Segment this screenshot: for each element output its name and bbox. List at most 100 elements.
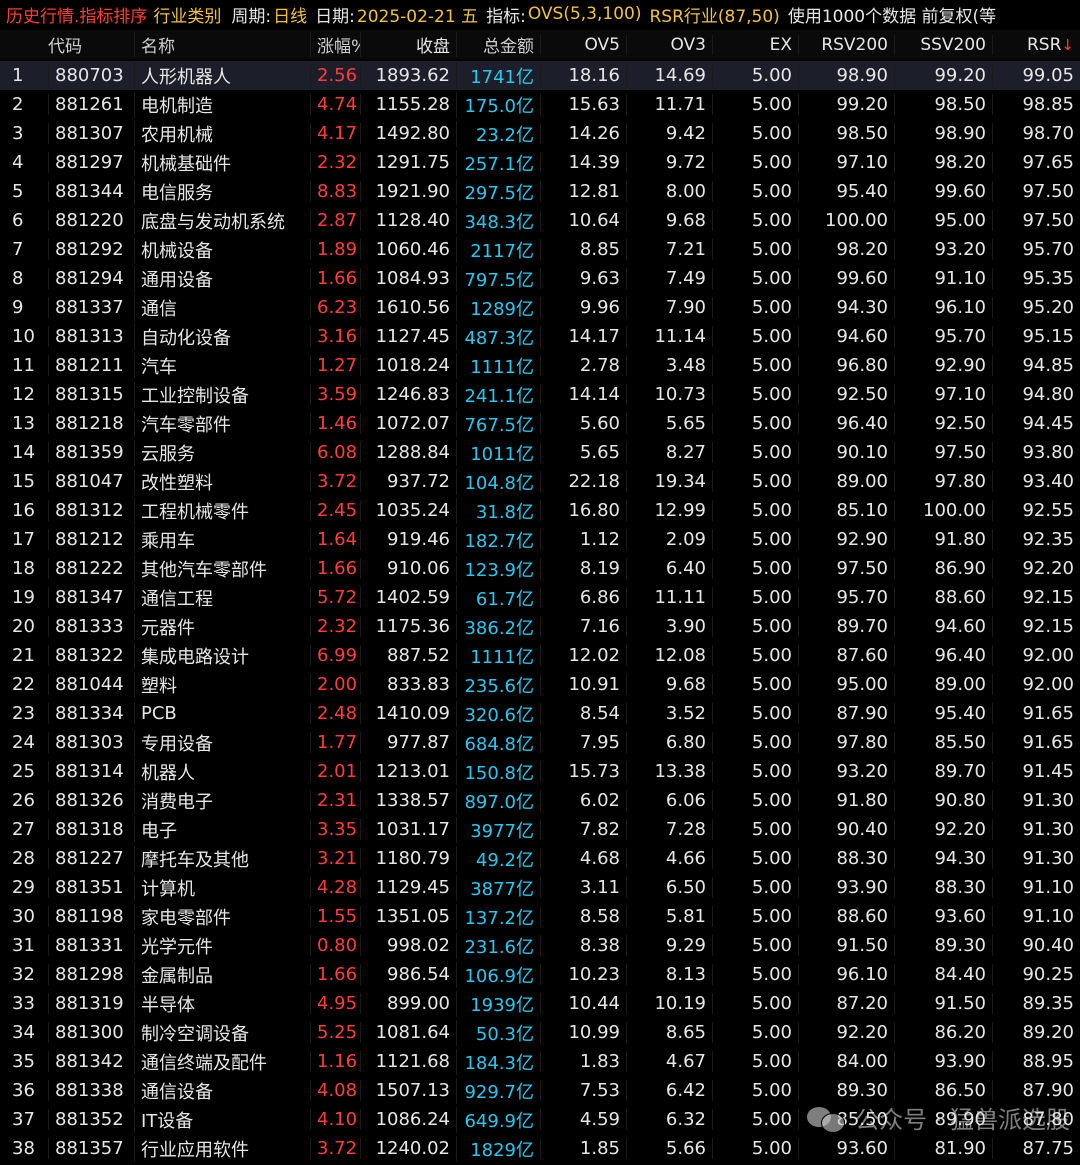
table-row[interactable]: 31 881331 光学元件 0.80 998.02 231.6亿 8.38 9.29 5.00… — [0, 931, 1080, 960]
table-row[interactable]: 15 881047 改性塑料 3.72 937.72 104.8亿 22.18 19.34 5.… — [0, 467, 1080, 496]
table-row[interactable]: 20 881333 元器件 2.32 1175.36 386.2亿 7.16 3.90 5.00… — [0, 612, 1080, 641]
window-title[interactable]: 历史行情.指标排序 — [6, 2, 147, 27]
cell-ex: 5.00 — [712, 587, 798, 608]
cell-ov3: 2.09 — [626, 529, 712, 550]
table-row[interactable]: 6 881220 底盘与发动机系统 2.87 1128.40 348.3亿 10.64 9.6… — [0, 206, 1080, 235]
cell-change: 2.31 — [310, 790, 360, 811]
table-row[interactable]: 8 881294 通用设备 1.66 1084.93 797.5亿 9.63 7.49 5.00… — [0, 264, 1080, 293]
cell-ov3: 11.14 — [626, 326, 712, 347]
row-number: 11 — [12, 355, 35, 376]
row-number: 12 — [12, 384, 35, 405]
table-row[interactable]: 3 881307 农用机械 4.17 1492.80 23.2亿 14.26 9.42 5.00… — [0, 119, 1080, 148]
cell-ssv200: 95.70 — [894, 326, 992, 347]
cell-ov3: 7.21 — [626, 239, 712, 260]
column-header-rsv200[interactable]: RSV200 — [798, 34, 894, 55]
row-number: 4 — [12, 152, 24, 173]
column-header-change[interactable]: 涨幅% — [310, 32, 360, 57]
table-row[interactable]: 29 881351 计算机 4.28 1129.45 3877亿 3.11 6.50 5.00 9… — [0, 873, 1080, 902]
cell-amount: 320.6亿 — [456, 700, 540, 727]
cell-amount: 649.9亿 — [456, 1106, 540, 1133]
cell-name: 电机制造 — [134, 91, 310, 118]
table-row[interactable]: 19 881347 通信工程 5.72 1402.59 61.7亿 6.86 11.11 5.0… — [0, 583, 1080, 612]
indicator-value-2[interactable]: RSR行业(87,50) — [649, 2, 779, 27]
table-row[interactable]: 26 881326 消费电子 2.31 1338.57 897.0亿 6.02 6.06 5.0… — [0, 786, 1080, 815]
table-row[interactable]: 27 881318 电子 3.35 1031.17 3977亿 7.82 7.28 5.00 90… — [0, 815, 1080, 844]
table-row[interactable]: 5 881344 电信服务 8.83 1921.90 297.5亿 12.81 8.00 5.0… — [0, 177, 1080, 206]
cell-close: 1081.64 — [360, 1022, 456, 1043]
table-row[interactable]: 33 881319 半导体 4.95 899.00 1939亿 10.44 10.19 5.00… — [0, 989, 1080, 1018]
cell-ov5: 8.85 — [540, 239, 626, 260]
column-header-ov3[interactable]: OV3 — [626, 34, 712, 55]
cell-ov5: 10.23 — [540, 964, 626, 985]
cell-code: 881047 — [48, 471, 134, 492]
cell-rsr: 91.30 — [992, 790, 1080, 811]
table-row[interactable]: 14 881359 云服务 6.08 1288.84 1011亿 5.65 8.27 5.00 9… — [0, 438, 1080, 467]
column-header-name[interactable]: 名称 — [134, 32, 310, 57]
indicator-value[interactable]: OVS(5,3,100) — [528, 4, 642, 24]
period-value[interactable]: 日线 — [273, 2, 307, 27]
cell-code: 881300 — [48, 1022, 134, 1043]
cell-ex: 5.00 — [712, 848, 798, 869]
table-row[interactable]: 28 881227 摩托车及其他 3.21 1180.79 49.2亿 4.68 4.66 5.… — [0, 844, 1080, 873]
table-row[interactable]: 1 880703 人形机器人 2.56 1893.62 1741亿 18.16 14.69 5.… — [0, 61, 1080, 90]
cell-code: 881218 — [48, 413, 134, 434]
cell-ov5: 12.81 — [540, 181, 626, 202]
cell-rsr: 95.20 — [992, 297, 1080, 318]
cell-name: 行业应用软件 — [134, 1135, 310, 1162]
column-header-close[interactable]: 收盘 — [360, 32, 456, 57]
column-header-rsr[interactable]: RSR↓ — [992, 34, 1080, 55]
table-row[interactable]: 32 881298 金属制品 1.66 986.54 106.9亿 10.23 8.13 5.0… — [0, 960, 1080, 989]
column-header-ex[interactable]: EX — [712, 34, 798, 55]
table-row[interactable]: 38 881357 行业应用软件 3.72 1240.02 1829亿 1.85 5.66 5.… — [0, 1134, 1080, 1163]
table-row[interactable]: 36 881338 通信设备 4.08 1507.13 929.7亿 7.53 6.42 5.0… — [0, 1076, 1080, 1105]
cell-rsr: 91.30 — [992, 819, 1080, 840]
cell-ssv200: 90.80 — [894, 790, 992, 811]
column-header-ov5[interactable]: OV5 — [540, 34, 626, 55]
column-header-code[interactable]: 代码 — [0, 32, 134, 57]
table-row[interactable]: 7 881292 机械设备 1.89 1060.46 2117亿 8.85 7.21 5.00 9… — [0, 235, 1080, 264]
cell-close: 986.54 — [360, 964, 456, 985]
cell-ov3: 6.40 — [626, 558, 712, 579]
table-row[interactable]: 18 881222 其他汽车零部件 1.66 910.06 123.9亿 8.19 6.40 5… — [0, 554, 1080, 583]
cell-ex: 5.00 — [712, 1109, 798, 1130]
table-row[interactable]: 22 881044 塑料 2.00 833.83 235.6亿 10.91 9.68 5.00 9… — [0, 670, 1080, 699]
table-row[interactable]: 37 881352 IT设备 4.10 1086.24 649.9亿 4.59 6.32 5.0… — [0, 1105, 1080, 1134]
table-row[interactable]: 35 881342 通信终端及配件 1.16 1121.68 184.3亿 1.83 4.67… — [0, 1047, 1080, 1076]
table-row[interactable]: 9 881337 通信 6.23 1610.56 1289亿 9.96 7.90 5.00 94.… — [0, 293, 1080, 322]
table-row[interactable]: 30 881198 家电零部件 1.55 1351.05 137.2亿 8.58 5.81 5.… — [0, 902, 1080, 931]
cell-amount: 104.8亿 — [456, 468, 540, 495]
cell-name: 光学元件 — [134, 932, 310, 959]
column-header-amount[interactable]: 总金额 — [456, 32, 540, 57]
cell-name: 云服务 — [134, 439, 310, 466]
category-selector[interactable]: 行业类别 — [153, 2, 221, 27]
table-row[interactable]: 17 881212 乘用车 1.64 919.46 182.7亿 1.12 2.09 5.00 9… — [0, 525, 1080, 554]
cell-rsv200: 88.30 — [798, 848, 894, 869]
cell-close: 833.83 — [360, 674, 456, 695]
cell-ov5: 9.96 — [540, 297, 626, 318]
table-row[interactable]: 10 881313 自动化设备 3.16 1127.45 487.3亿 14.17 11.14… — [0, 322, 1080, 351]
cell-amount: 49.2亿 — [456, 845, 540, 872]
table-row[interactable]: 12 881315 工业控制设备 3.59 1246.83 241.1亿 14.14 10.7… — [0, 380, 1080, 409]
table-row[interactable]: 25 881314 机器人 2.01 1213.01 150.8亿 15.73 13.38 5.… — [0, 757, 1080, 786]
table-row[interactable]: 13 881218 汽车零部件 1.46 1072.07 767.5亿 5.60 5.65 5.… — [0, 409, 1080, 438]
table-row[interactable]: 21 881322 集成电路设计 6.99 887.52 1111亿 12.02 12.08 5… — [0, 641, 1080, 670]
table-row[interactable]: 4 881297 机械基础件 2.32 1291.75 257.1亿 14.39 9.72 5.… — [0, 148, 1080, 177]
cell-close: 1060.46 — [360, 239, 456, 260]
cell-ex: 5.00 — [712, 790, 798, 811]
cell-ssv200: 88.30 — [894, 877, 992, 898]
table-row[interactable]: 24 881303 专用设备 1.77 977.87 684.8亿 7.95 6.80 5.00… — [0, 728, 1080, 757]
cell-amount: 1111亿 — [456, 642, 540, 669]
cell-rsv200: 96.40 — [798, 413, 894, 434]
cell-rsv200: 96.10 — [798, 964, 894, 985]
row-number: 20 — [12, 616, 35, 637]
table-row[interactable]: 23 881334 PCB 2.48 1410.09 320.6亿 8.54 3.52 5.00… — [0, 699, 1080, 728]
cell-rsr: 92.15 — [992, 587, 1080, 608]
table-row[interactable]: 2 881261 电机制造 4.74 1155.28 175.0亿 15.63 11.71 5.… — [0, 90, 1080, 119]
cell-rsv200: 92.90 — [798, 529, 894, 550]
column-header-ssv200[interactable]: SSV200 — [894, 34, 992, 55]
date-value[interactable]: 2025-02-21 五 — [357, 2, 478, 27]
cell-ex: 5.00 — [712, 471, 798, 492]
table-row[interactable]: 34 881300 制冷空调设备 5.25 1081.64 50.3亿 10.99 8.65 5… — [0, 1018, 1080, 1047]
table-row[interactable]: 16 881312 工程机械零件 2.45 1035.24 31.8亿 16.80 12.99… — [0, 496, 1080, 525]
table-row[interactable]: 11 881211 汽车 1.27 1018.24 1111亿 2.78 3.48 5.00 96… — [0, 351, 1080, 380]
